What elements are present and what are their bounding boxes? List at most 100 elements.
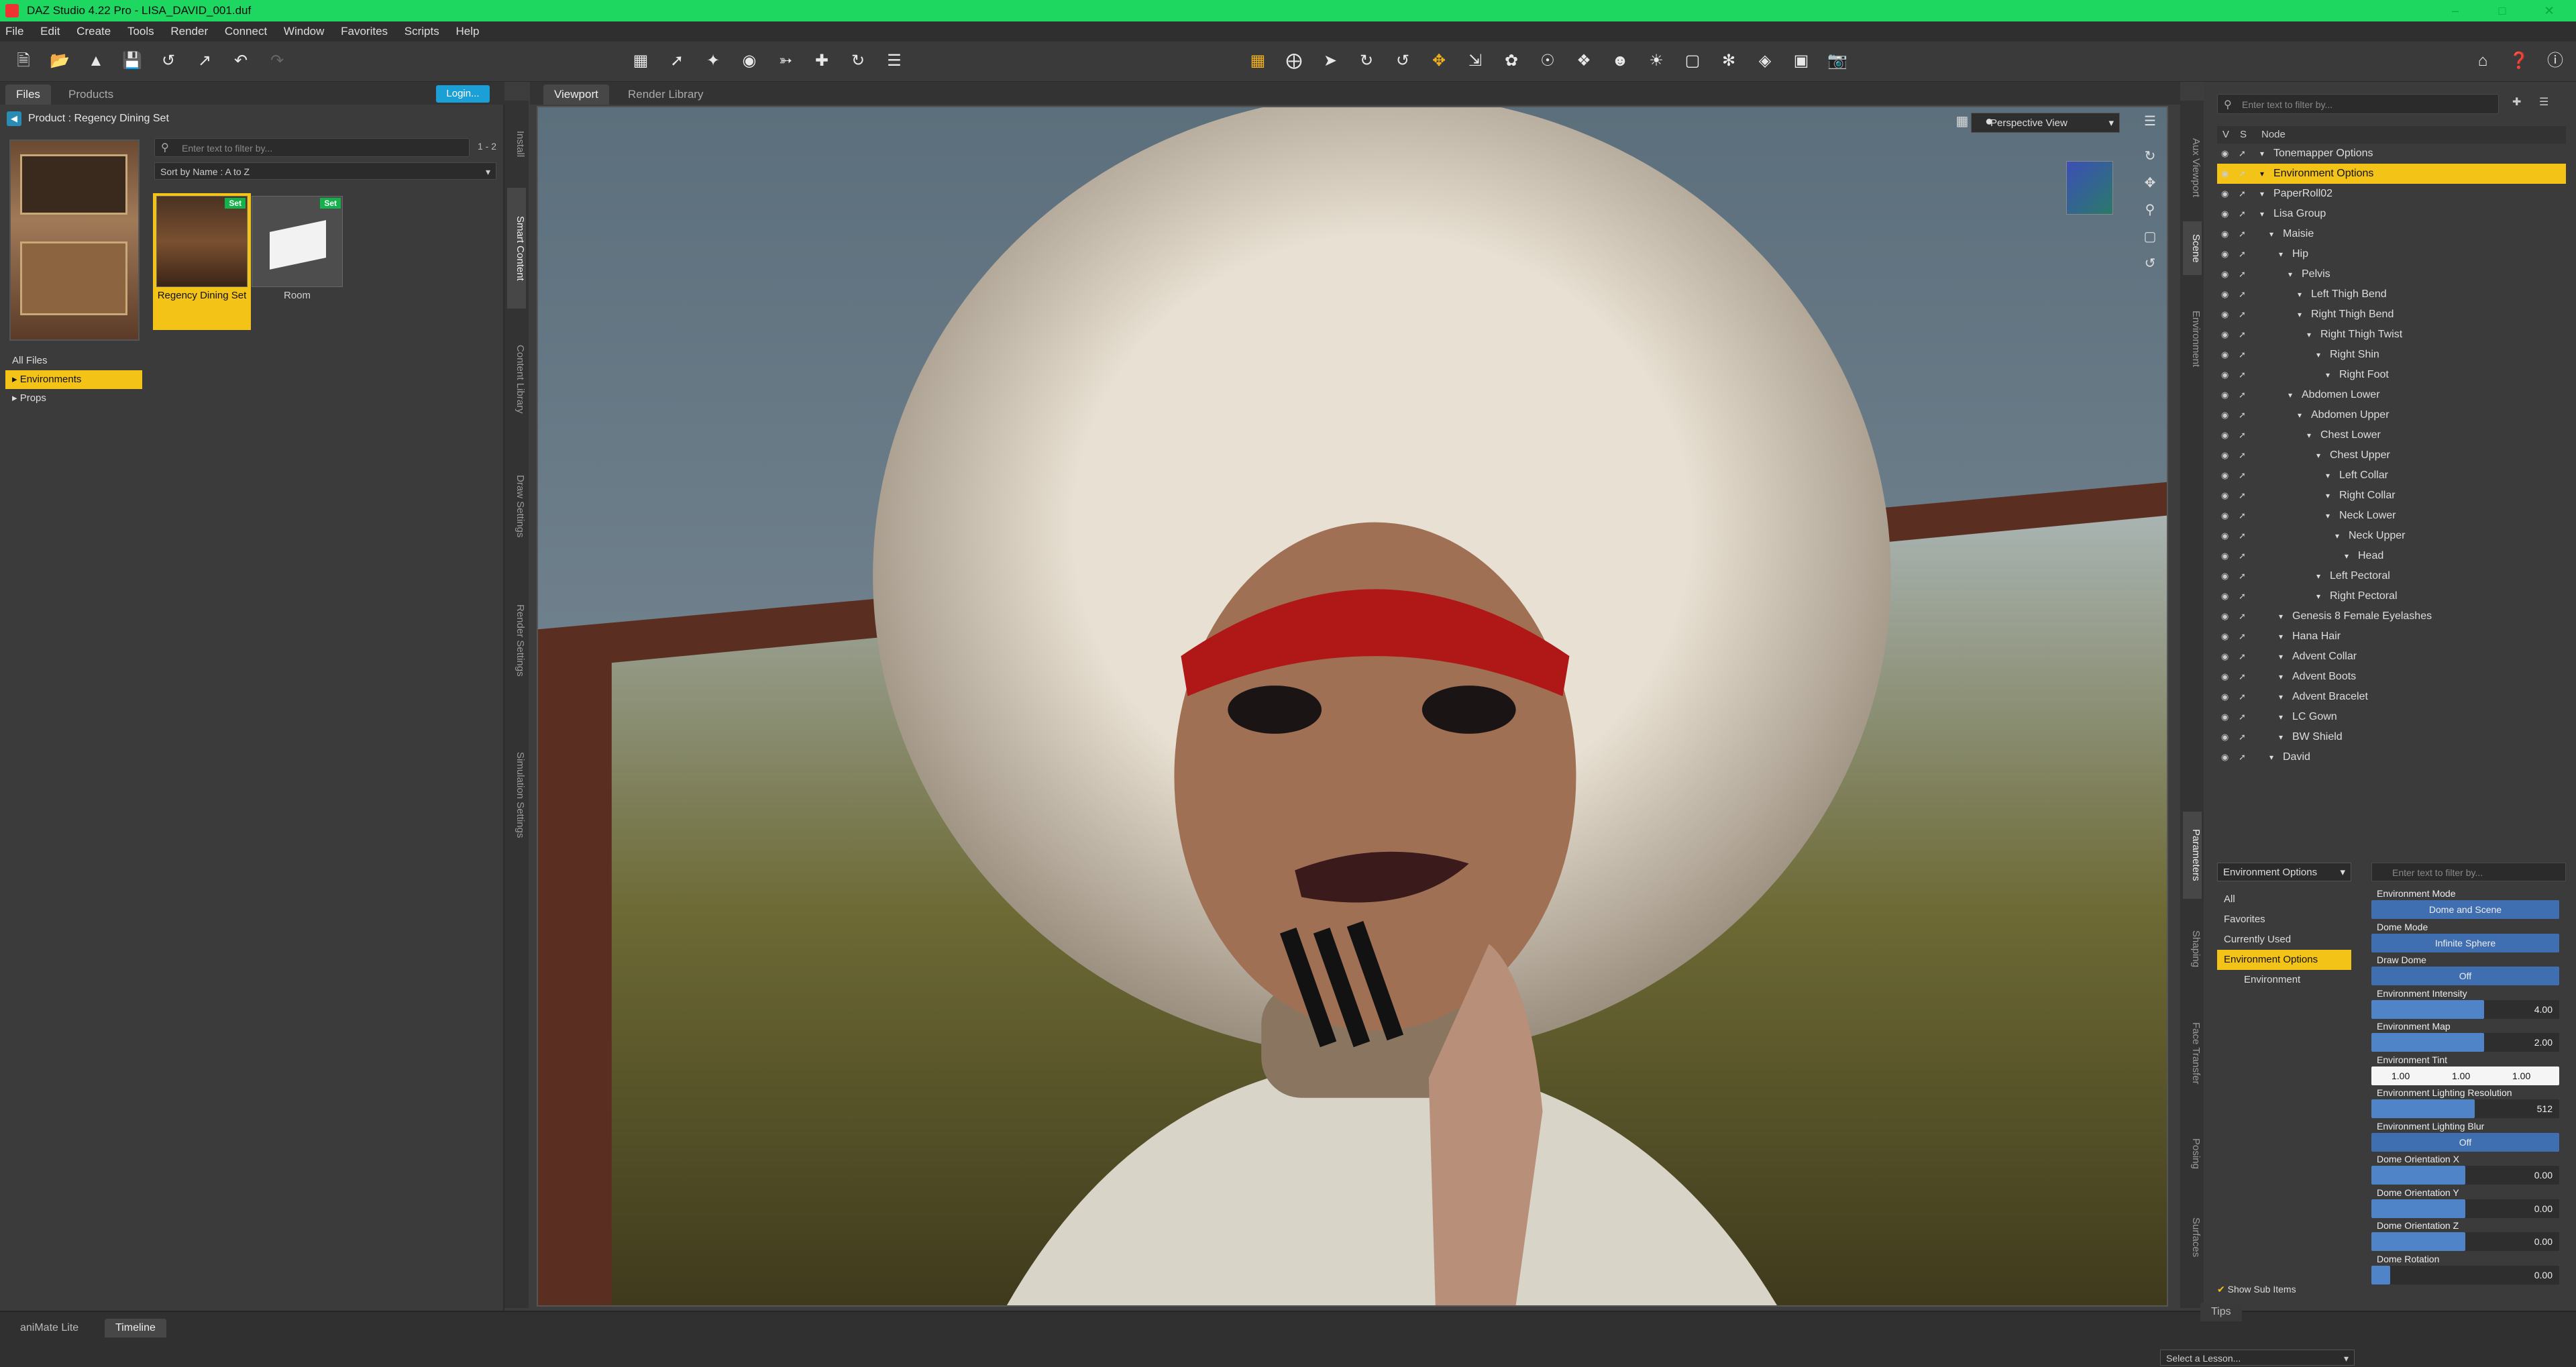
figure-icon[interactable]: ☻ — [1609, 50, 1631, 72]
login-button[interactable]: Login... — [436, 85, 490, 103]
lighting-icon[interactable]: ● — [1979, 111, 1999, 131]
maximize-button[interactable]: □ — [2482, 0, 2522, 21]
tab-tips[interactable]: Tips — [2200, 1303, 2242, 1321]
scene-node-row[interactable]: ◉ ➚ ▾ LC Gown — [2217, 707, 2566, 727]
scene-node-row[interactable]: ◉ ➚ ▾ Neck Lower — [2217, 506, 2566, 526]
tab-aux-viewport[interactable]: Aux Viewport — [2183, 127, 2202, 208]
expand-arrow-icon[interactable]: ▾ — [2269, 747, 2273, 767]
visibility-eye-icon[interactable]: ◉ — [2221, 390, 2232, 400]
expand-arrow-icon[interactable]: ▾ — [2288, 264, 2292, 284]
region-navigator-icon[interactable]: ✦ — [702, 50, 724, 72]
selectable-icon[interactable]: ➚ — [2239, 753, 2249, 762]
tab-install[interactable]: Install — [507, 114, 526, 174]
tab-content-library[interactable]: Content Library — [507, 322, 526, 436]
visibility-eye-icon[interactable]: ◉ — [2221, 209, 2232, 219]
scene-node-row[interactable]: ◉ ➚ ▾ Hana Hair — [2217, 626, 2566, 647]
scene-node-row[interactable]: ◉ ➚ ▾ Left Thigh Bend — [2217, 284, 2566, 305]
expand-arrow-icon[interactable]: ▸ — [12, 374, 20, 385]
panel-menu-icon[interactable]: ☰ — [883, 50, 906, 72]
light-tool-icon[interactable]: ☀ — [1645, 50, 1668, 72]
tab-surfaces[interactable]: Surfaces — [2183, 1201, 2202, 1274]
tab-render-settings[interactable]: Render Settings — [507, 577, 526, 704]
render-icon[interactable]: 📷 — [1826, 50, 1849, 72]
selectable-icon[interactable]: ➚ — [2239, 250, 2249, 259]
menu-file[interactable]: File — [5, 21, 23, 42]
scene-node-row[interactable]: ◉ ➚ ▾ Hip — [2217, 244, 2566, 264]
visibility-eye-icon[interactable]: ◉ — [2221, 330, 2232, 339]
camera-tool-icon[interactable]: ▢ — [1681, 50, 1704, 72]
scene-node-row[interactable]: ◉ ➚ ▾ Right Pectoral — [2217, 586, 2566, 606]
visibility-eye-icon[interactable]: ◉ — [2221, 753, 2232, 762]
scene-node-row[interactable]: ◉ ➚ ▾ BW Shield — [2217, 727, 2566, 747]
expand-arrow-icon[interactable]: ▾ — [2316, 586, 2320, 606]
geometry-editor-icon[interactable]: ◉ — [738, 50, 761, 72]
tab-files[interactable]: Files — [5, 85, 51, 105]
selectable-icon[interactable]: ➚ — [2239, 390, 2249, 400]
selectable-icon[interactable]: ➚ — [2239, 491, 2249, 500]
frame-icon[interactable]: ▢ — [2140, 227, 2160, 247]
visibility-eye-icon[interactable]: ◉ — [2221, 571, 2232, 581]
scene-node-row[interactable]: ◉ ➚ ▾ Environment Options — [2217, 164, 2566, 184]
expand-arrow-icon[interactable]: ▾ — [2316, 345, 2320, 365]
tab-products[interactable]: Products — [58, 85, 124, 105]
selectable-icon[interactable]: ➚ — [2239, 632, 2249, 641]
tab-simulation-settings[interactable]: Simulation Settings — [507, 718, 526, 872]
expand-arrow-icon[interactable]: ▾ — [2279, 606, 2283, 626]
selectable-icon[interactable]: ➚ — [2239, 270, 2249, 279]
save-icon[interactable]: 💾 — [121, 50, 144, 72]
active-pose-icon[interactable]: ➳ — [774, 50, 797, 72]
scene-node-row[interactable]: ◉ ➚ ▾ Chest Lower — [2217, 425, 2566, 445]
selectable-icon[interactable]: ➚ — [2239, 169, 2249, 178]
scene-node-row[interactable]: ◉ ➚ ▾ Right Foot — [2217, 365, 2566, 385]
asset-tile-regency-dining-set[interactable]: Set Regency Dining Set — [153, 193, 251, 330]
expand-arrow-icon[interactable]: ▾ — [2279, 244, 2283, 264]
import-icon[interactable]: ↺ — [157, 50, 180, 72]
selectable-icon[interactable]: ➚ — [2239, 370, 2249, 380]
sort-dropdown[interactable]: Sort by Name : A to Z ▾ — [154, 162, 496, 180]
show-sub-items-checkbox[interactable]: ✔ Show Sub Items — [2217, 1284, 2296, 1295]
tab-render-library[interactable]: Render Library — [617, 85, 714, 105]
expand-arrow-icon[interactable]: ▾ — [2260, 144, 2264, 164]
scene-node-row[interactable]: ◉ ➚ ▾ David — [2217, 747, 2566, 767]
reset-view-icon[interactable]: ↺ — [2140, 254, 2160, 274]
scene-node-row[interactable]: ◉ ➚ ▾ PaperRoll02 — [2217, 184, 2566, 204]
merge-icon[interactable]: ▲ — [85, 50, 107, 72]
scene-node-row[interactable]: ◉ ➚ ▾ Advent Boots — [2217, 667, 2566, 687]
scene-node-row[interactable]: ◉ ➚ ▾ Left Pectoral — [2217, 566, 2566, 586]
visibility-eye-icon[interactable]: ◉ — [2221, 431, 2232, 440]
scene-node-row[interactable]: ◉ ➚ ▾ Abdomen Lower — [2217, 385, 2566, 405]
expand-arrow-icon[interactable]: ▾ — [2335, 526, 2339, 546]
group-environment[interactable]: Environment — [2217, 970, 2351, 990]
tab-posing[interactable]: Posing — [2183, 1120, 2202, 1187]
selectable-icon[interactable]: ➚ — [2239, 310, 2249, 319]
asset-tile-room[interactable]: Set Room — [248, 193, 346, 301]
menu-connect[interactable]: Connect — [225, 21, 267, 42]
property-value-control[interactable]: Off — [2371, 967, 2559, 985]
selectable-icon[interactable]: ➚ — [2239, 471, 2249, 480]
visibility-eye-icon[interactable]: ◉ — [2221, 451, 2232, 460]
rotate-3d-icon[interactable]: ↻ — [1355, 50, 1378, 72]
minimize-button[interactable]: – — [2435, 0, 2475, 21]
expand-arrow-icon[interactable]: ▾ — [2345, 546, 2349, 566]
menu-edit[interactable]: Edit — [40, 21, 60, 42]
menu-window[interactable]: Window — [284, 21, 324, 42]
property-value-control[interactable]: 0.00 — [2371, 1166, 2559, 1185]
scene-node-row[interactable]: ◉ ➚ ▾ Chest Upper — [2217, 445, 2566, 466]
property-value-control[interactable]: Dome and Scene — [2371, 900, 2559, 919]
property-value-control[interactable]: 0.00 — [2371, 1232, 2559, 1251]
expand-arrow-icon[interactable]: ▾ — [2316, 566, 2320, 586]
open-file-icon[interactable]: 📂 — [48, 50, 71, 72]
tab-environment[interactable]: Environment — [2183, 288, 2202, 389]
tab-shaping[interactable]: Shaping — [2183, 912, 2202, 986]
viewport-options-icon[interactable]: ☰ — [2140, 111, 2160, 131]
expand-arrow-icon[interactable]: ▾ — [2316, 445, 2320, 466]
3d-viewport[interactable]: Perspective View ▾ ▦ ● ☰ ↻ ✥ ⚲ ▢ ↺ — [537, 106, 2168, 1307]
visibility-eye-icon[interactable]: ◉ — [2221, 632, 2232, 641]
selectable-icon[interactable]: ➚ — [2239, 732, 2249, 742]
visibility-eye-icon[interactable]: ◉ — [2221, 270, 2232, 279]
menu-help[interactable]: Help — [455, 21, 479, 42]
expand-arrow-icon[interactable]: ▾ — [2279, 626, 2283, 647]
expand-arrow-icon[interactable]: ▾ — [2279, 667, 2283, 687]
selectable-icon[interactable]: ➚ — [2239, 551, 2249, 561]
scale-icon[interactable]: ⇲ — [1464, 50, 1487, 72]
